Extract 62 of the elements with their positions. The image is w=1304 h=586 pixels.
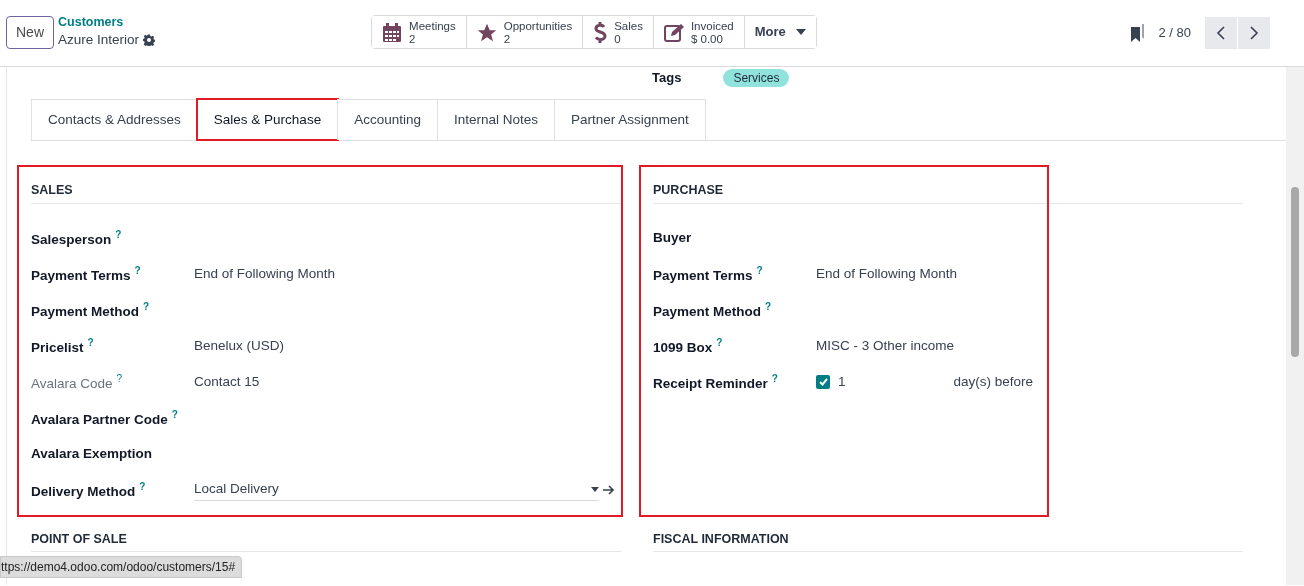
help-mark[interactable]: ? [116,372,123,384]
field-value: End of Following Month [816,264,958,283]
tab[interactable]: Partner Assignment [554,99,706,141]
field-value: Contact 15 [194,372,260,391]
help-mark[interactable]: ? [87,336,94,348]
help-mark[interactable]: ? [756,264,763,276]
dollar-icon [592,20,609,45]
caret-icon [795,29,806,35]
help-mark[interactable]: ? [716,336,723,348]
select-field[interactable]: Local Delivery [194,479,599,501]
section-title: SALES [31,167,621,204]
help-mark[interactable]: ? [171,408,178,420]
help-mark[interactable]: ? [139,480,146,492]
field-value: 1 [838,372,846,391]
smart-button[interactable]: Meetings 2 [372,16,467,48]
section-title: PURCHASE [653,167,1243,204]
section-title: POINT OF SALE [31,530,621,552]
chevron-left-icon [1215,25,1227,41]
breadcrumb-link[interactable]: Customers [58,16,156,30]
field-label: Avalara Code [31,375,113,391]
pager-value: 2 / 80 [1158,24,1191,43]
tag-pill: Services [723,69,790,87]
field-label: Payment Terms [653,267,753,283]
field-label: Buyer [653,229,692,245]
field-label: Payment Method [31,303,139,319]
new-button[interactable]: New [6,15,54,49]
field-label: Tags [652,69,682,88]
help-mark[interactable]: ? [765,300,772,312]
bookmark-icon[interactable] [1130,24,1145,42]
previous-button[interactable] [1205,17,1237,49]
edit-icon [662,21,685,44]
field-label: Salesperson [31,231,112,247]
help-mark[interactable]: ? [143,300,150,312]
help-mark[interactable]: ? [771,372,778,384]
field-label: Avalara Exemption [31,445,153,461]
next-button[interactable] [1238,17,1270,49]
field-label: Delivery Method [31,483,136,499]
caret-icon [591,487,599,492]
tab[interactable]: Accounting [337,99,438,141]
tab[interactable]: Sales & Purchase [196,99,339,141]
field-value: MISC - 3 Other income [816,336,955,355]
record-title: Azure Interior [58,30,140,49]
field-label: Receipt Reminder [653,375,768,391]
field-value: Benelux (USD) [194,336,285,355]
field-label: Avalara Partner Code [31,411,168,427]
field-label: Pricelist [31,339,84,355]
field-value: End of Following Month [194,264,336,283]
chevron-right-icon [1248,25,1260,41]
help-mark[interactable]: ? [134,264,141,276]
calendar-icon [381,21,404,44]
tab[interactable]: Contacts & Addresses [31,99,198,141]
field-suffix: day(s) before [953,372,1034,391]
field-label: Payment Method [653,303,761,319]
help-mark[interactable]: ? [115,228,122,240]
field-label: Payment Terms [31,267,131,283]
arrow-icon[interactable] [603,485,615,495]
field-label: 1099 Box [653,339,713,355]
section-title: FISCAL INFORMATION [653,530,1243,552]
checkbox[interactable] [816,375,830,389]
settings-icon[interactable] [143,33,156,46]
scrollbar-thumb[interactable] [1291,187,1299,357]
status-url: ttps://demo4.odoo.com/odoo/customers/15# [0,556,243,578]
